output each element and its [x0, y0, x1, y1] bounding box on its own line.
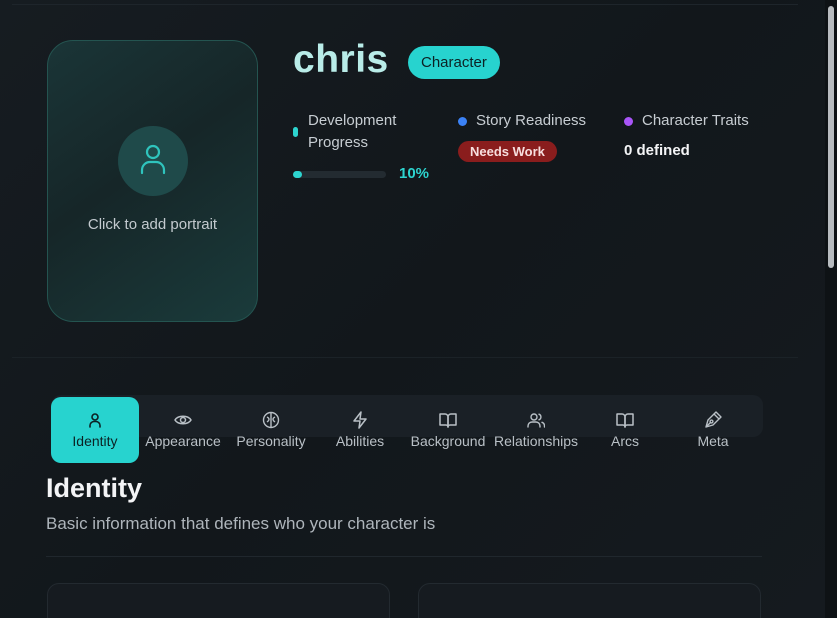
character-traits-label: Character Traits — [642, 112, 749, 129]
development-progress-stat: Development Progress 10% — [293, 110, 433, 182]
section-divider — [46, 556, 762, 557]
character-traits-dot — [624, 116, 633, 126]
scrollbar-thumb[interactable] — [828, 6, 834, 268]
user-icon — [86, 411, 104, 429]
tab-arcs[interactable]: Arcs — [581, 397, 669, 463]
tab-personality[interactable]: Personality — [227, 397, 315, 463]
tab-background[interactable]: Background — [404, 397, 492, 463]
character-name: chris — [293, 38, 389, 81]
tab-label: Abilities — [335, 433, 385, 449]
development-progress-bar — [293, 171, 386, 178]
section-subtitle: Basic information that defines who your … — [46, 514, 436, 533]
tab-label: Background — [410, 433, 486, 449]
portrait-upload[interactable]: Click to add portrait — [47, 40, 258, 322]
section-title: Identity — [46, 473, 143, 503]
character-type-badge: Character — [408, 46, 500, 79]
section-divider-top — [12, 357, 798, 358]
portrait-avatar — [117, 126, 188, 196]
story-readiness-stat: Story Readiness Needs Work — [458, 110, 586, 162]
tab-label: Arcs — [611, 433, 639, 449]
eye-icon — [174, 411, 192, 429]
story-readiness-badge: Needs Work — [458, 141, 557, 162]
story-readiness-dot — [458, 116, 467, 126]
tab-label: Identity — [72, 433, 118, 449]
character-traits-stat: Character Traits 0 defined — [624, 110, 749, 159]
tab-appearance[interactable]: Appearance — [139, 397, 227, 463]
tab-abilities[interactable]: Abilities — [316, 397, 404, 463]
character-traits-value: 0 defined — [624, 142, 690, 159]
story-readiness-label: Story Readiness — [476, 112, 587, 129]
development-progress-fill — [293, 171, 303, 178]
tab-label: Relationships — [493, 433, 579, 449]
lightning-icon — [351, 411, 369, 429]
development-percent: 10% — [399, 165, 430, 182]
tab-label: Appearance — [145, 433, 221, 449]
tab-meta[interactable]: Meta — [669, 397, 757, 463]
tab-identity[interactable]: Identity — [51, 397, 139, 463]
development-label: Development Progress — [308, 112, 397, 151]
top-divider — [12, 4, 798, 5]
pen-tool-icon — [704, 411, 722, 429]
tab-label: Meta — [697, 433, 729, 449]
tab-label: Personality — [236, 433, 306, 449]
page: Click to add portrait chris Character De… — [0, 0, 825, 618]
portrait-label: Click to add portrait — [87, 216, 218, 233]
tab-relationships[interactable]: Relationships — [492, 397, 580, 463]
brain-icon — [262, 411, 280, 429]
development-dot — [293, 127, 298, 137]
users-icon — [527, 411, 545, 429]
book-open-icon — [616, 411, 634, 429]
user-icon — [139, 143, 167, 180]
scrollbar[interactable] — [825, 0, 837, 618]
identity-card-right — [418, 583, 761, 618]
book-icon — [439, 411, 457, 429]
identity-card-left — [47, 583, 390, 618]
